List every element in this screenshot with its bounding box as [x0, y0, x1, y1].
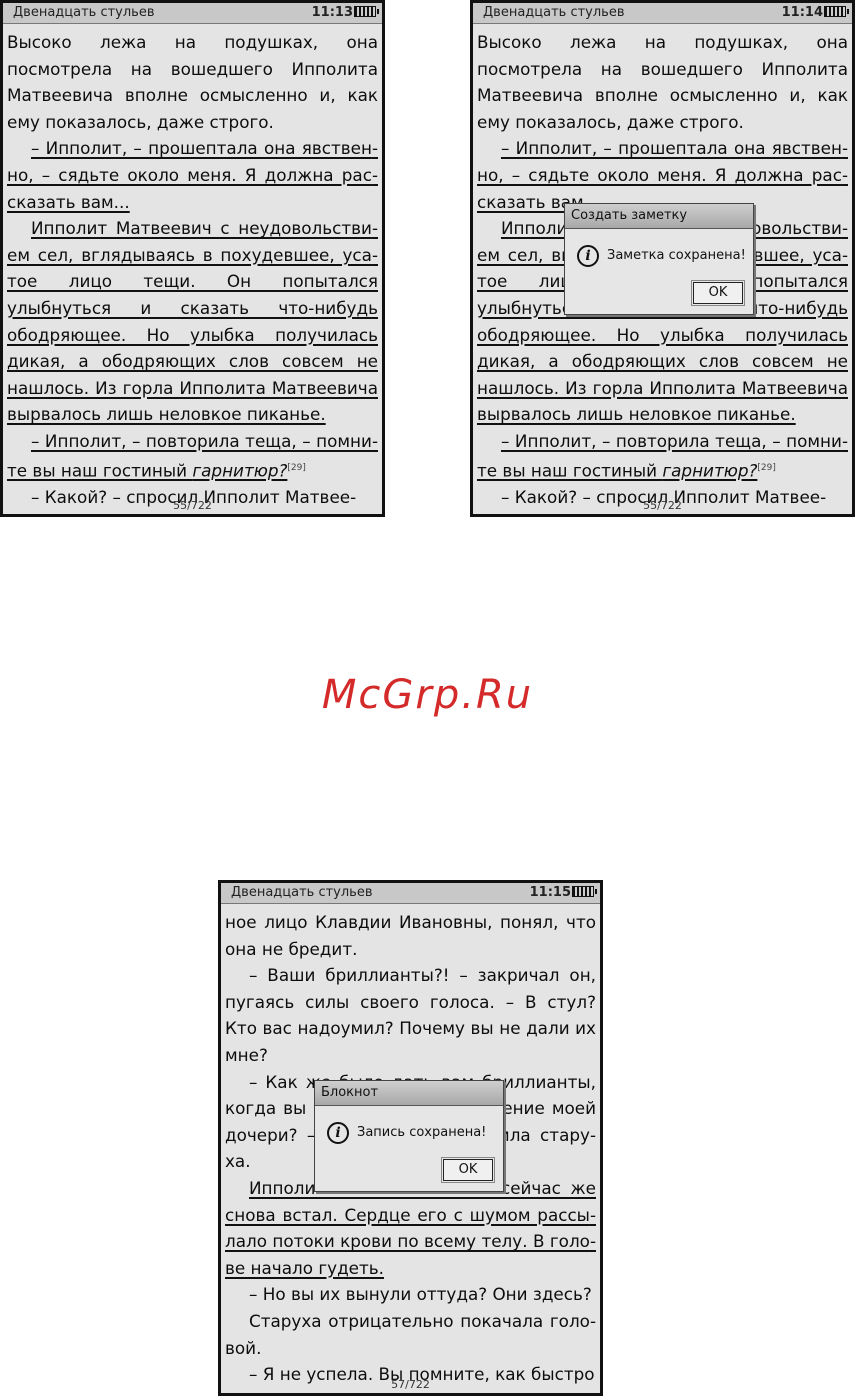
reader-screen-1: Двенадцать стульев 11:13 Высоко лежа на … [0, 0, 385, 517]
dialog-title: Блокнот [315, 1081, 503, 1106]
page-number: 55/722 [643, 499, 682, 512]
italic-word: гарнитюр? [192, 460, 288, 481]
paragraph-highlighted[interactable]: – Ипполит, – повторила теща, – помни­те … [477, 428, 848, 484]
paragraph-highlighted[interactable]: – Ипполит, – повторила теща, – помни­те … [7, 428, 378, 484]
status-clock: 11:13 [311, 3, 379, 23]
book-title: Двенадцать стульев [483, 5, 625, 20]
battery-icon [572, 886, 597, 897]
info-icon: i [327, 1122, 349, 1144]
reader-screen-3: Двенадцать стульев 11:15 ное лицо Клавди… [218, 880, 603, 1396]
highlight[interactable]: – Ипполит, – прошептала она явствен­но, … [477, 138, 848, 211]
highlight[interactable]: Ипполит Матвеевич с неудовольстви­ем сел… [7, 218, 378, 424]
battery-icon [824, 6, 849, 17]
italic-word: гарнитюр? [662, 460, 758, 481]
paragraph: ное лицо Клавдии Ивановны, понял, что он… [225, 912, 596, 959]
battery-icon [354, 6, 379, 17]
highlight[interactable]: – Ипполит, – повторила теща, – помни­те … [477, 431, 848, 480]
highlight[interactable]: – Ипполит, – прошептала она явствен­но, … [7, 138, 378, 211]
paragraph: Высоко лежа на подушках, она посмотре­ла… [477, 32, 848, 132]
clock-time: 11:13 [311, 5, 353, 20]
info-icon: i [577, 245, 599, 267]
footnote-link[interactable]: [29] [757, 463, 775, 473]
highlight[interactable]: – Ипполит, – повторила теща, – помни­те … [7, 431, 378, 480]
clock-time: 11:14 [781, 5, 823, 20]
page-text[interactable]: Высоко лежа на подушках, она посмотре­ла… [7, 29, 378, 510]
paragraph-highlighted[interactable]: – Ипполит, – прошептала она явствен­но, … [7, 135, 378, 215]
highlight[interactable]: Ипполит Матвеевич сел и сейчас же снова … [225, 1178, 596, 1278]
page-number: 57/722 [391, 1378, 430, 1391]
dialog-message: Заметка сохранена! [607, 248, 746, 263]
footnote-link[interactable]: [29] [287, 463, 305, 473]
status-bar: Двенадцать стульев 11:15 [221, 883, 600, 904]
ok-button[interactable]: OK [441, 1157, 495, 1183]
book-title: Двенадцать стульев [231, 885, 373, 900]
status-bar: Двенадцать стульев 11:13 [3, 3, 382, 24]
status-clock: 11:15 [529, 883, 597, 903]
status-bar: Двенадцать стульев 11:14 [473, 3, 852, 24]
book-title: Двенадцать стульев [13, 5, 155, 20]
paragraph: Старуха отрицательно покачала голо­вой. [225, 1310, 596, 1358]
status-clock: 11:14 [781, 3, 849, 23]
paragraph-highlighted[interactable]: Ипполит Матвеевич с неудовольстви­ем сел… [7, 215, 378, 428]
clock-time: 11:15 [529, 885, 571, 900]
notepad-saved-dialog: Блокнот i Запись сохранена! OK [314, 1080, 504, 1192]
ok-button[interactable]: OK [691, 280, 745, 306]
note-saved-dialog: Создать заметку i Заметка сохранена! OK [564, 203, 754, 315]
dialog-message: Запись сохранена! [357, 1125, 487, 1140]
paragraph: Высоко лежа на подушках, она посмотре­ла… [7, 32, 378, 132]
watermark: McGrp.Ru [321, 672, 534, 718]
paragraph: – Но вы их вынули оттуда? Они здесь? [249, 1284, 592, 1305]
dialog-body: i Заметка сохранена! [577, 244, 747, 268]
paragraph: – Ваши бриллианты?! – закричал он, пу­га… [225, 965, 596, 1065]
dialog-title: Создать заметку [565, 204, 753, 229]
reader-screen-2: Двенадцать стульев 11:14 Высоко лежа на … [470, 0, 855, 517]
dialog-body: i Запись сохранена! [327, 1121, 497, 1145]
page-number: 55/722 [173, 499, 212, 512]
